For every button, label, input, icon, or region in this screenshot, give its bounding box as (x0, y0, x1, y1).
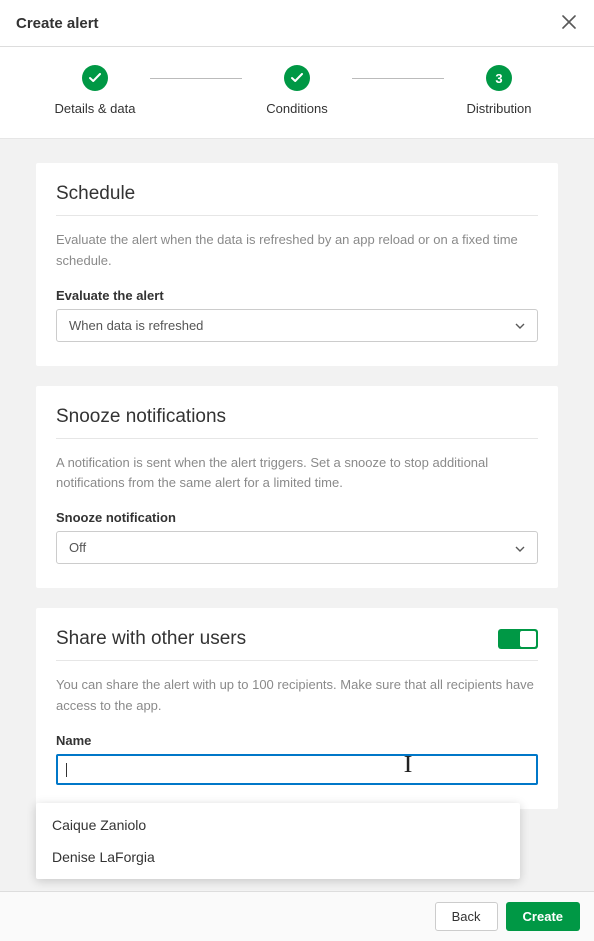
snooze-card: Snooze notifications A notification is s… (36, 386, 558, 589)
check-icon (82, 65, 108, 91)
create-button[interactable]: Create (506, 902, 580, 931)
schedule-description: Evaluate the alert when the data is refr… (56, 230, 538, 272)
modal-header: Create alert (0, 0, 594, 47)
snooze-description: A notification is sent when the alert tr… (56, 453, 538, 495)
evaluate-alert-label: Evaluate the alert (56, 288, 538, 303)
modal-content: Schedule Evaluate the alert when the dat… (0, 139, 594, 891)
step-label: Conditions (266, 101, 327, 116)
snooze-notification-select[interactable]: Off (56, 531, 538, 564)
modal-title: Create alert (16, 15, 99, 32)
step-label: Details & data (55, 101, 136, 116)
chevron-down-icon (515, 318, 525, 332)
select-value: Off (69, 540, 86, 555)
name-input[interactable] (56, 754, 538, 786)
select-value: When data is refreshed (69, 318, 203, 333)
share-card: Share with other users You can share the… (36, 608, 558, 809)
text-caret (66, 763, 67, 777)
back-button[interactable]: Back (435, 902, 498, 931)
wizard-stepper: Details & data Conditions 3 Distribution (0, 47, 594, 139)
share-description: You can share the alert with up to 100 r… (56, 675, 538, 717)
toggle-knob (520, 631, 536, 647)
close-icon[interactable] (560, 12, 578, 34)
step-label: Distribution (466, 101, 531, 116)
step-details-data[interactable]: Details & data (40, 65, 150, 116)
card-title: Snooze notifications (56, 406, 538, 439)
name-suggestions-dropdown: Caique Zaniolo Denise LaForgia (36, 803, 520, 879)
share-toggle[interactable] (498, 629, 538, 649)
suggestion-item[interactable]: Denise LaForgia (36, 841, 520, 873)
schedule-title-text: Schedule (56, 183, 135, 205)
card-title: Schedule (56, 183, 538, 216)
step-connector (150, 78, 242, 79)
snooze-title-text: Snooze notifications (56, 406, 226, 428)
create-alert-modal: Create alert Details & data Conditions 3… (0, 0, 594, 941)
card-title: Share with other users (56, 628, 538, 661)
step-connector (352, 78, 444, 79)
step-number-icon: 3 (486, 65, 512, 91)
suggestion-item[interactable]: Caique Zaniolo (36, 809, 520, 841)
evaluate-alert-select[interactable]: When data is refreshed (56, 309, 538, 342)
schedule-card: Schedule Evaluate the alert when the dat… (36, 163, 558, 366)
share-title-text: Share with other users (56, 628, 246, 650)
chevron-down-icon (515, 541, 525, 555)
step-distribution[interactable]: 3 Distribution (444, 65, 554, 116)
snooze-notification-label: Snooze notification (56, 510, 538, 525)
name-field-label: Name (56, 733, 538, 748)
modal-footer: Back Create (0, 891, 594, 941)
step-conditions[interactable]: Conditions (242, 65, 352, 116)
check-icon (284, 65, 310, 91)
